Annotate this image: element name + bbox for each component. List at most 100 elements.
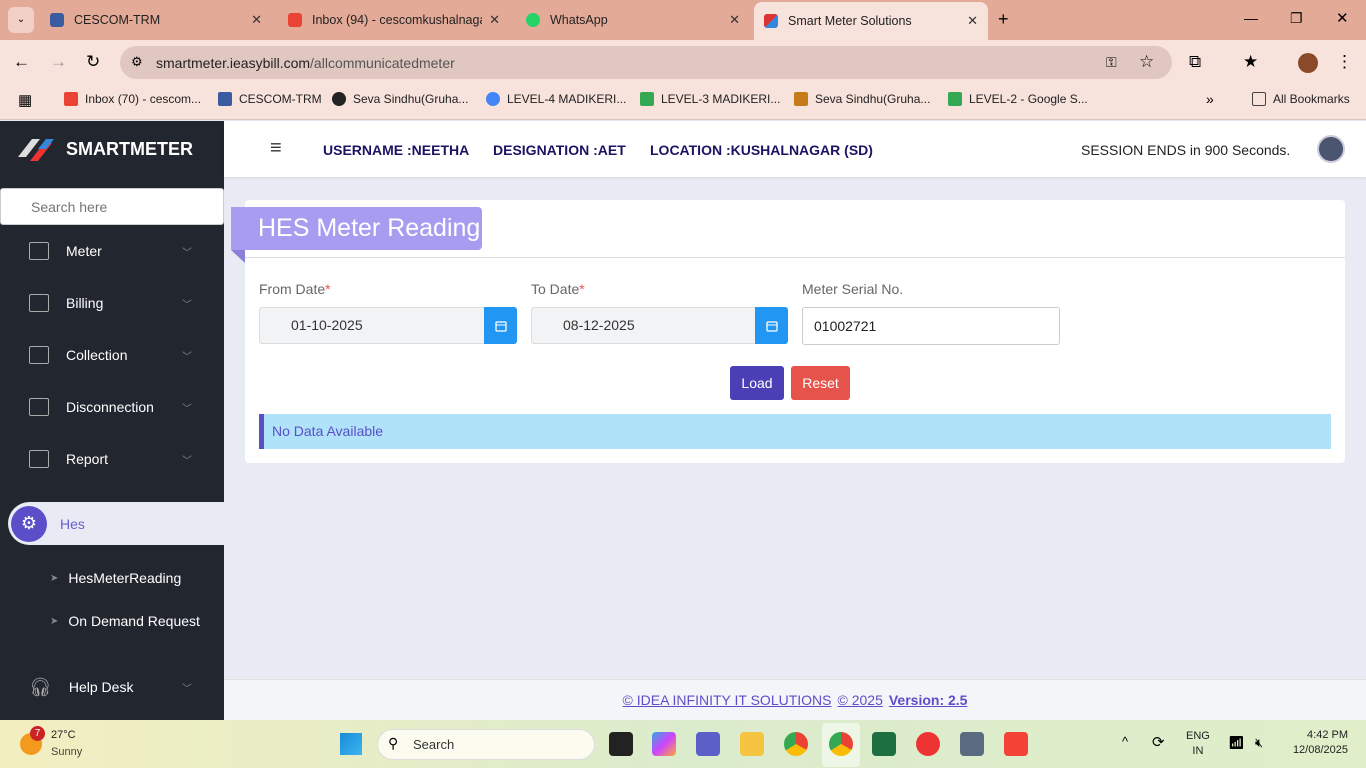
sidebar-item-collection[interactable]: Collection ﹀	[0, 335, 224, 375]
year-link[interactable]: © 2025	[838, 692, 883, 708]
calculator-icon[interactable]	[960, 732, 984, 756]
meter-serial-input[interactable]	[802, 307, 1060, 345]
volume-muted-icon[interactable]: 🔇︎	[1255, 735, 1263, 751]
company-link[interactable]: © IDEA INFINITY IT SOLUTIONS	[623, 692, 832, 708]
tab-search-button[interactable]: ⌄	[8, 7, 34, 33]
sidebar-item-label: Collection	[66, 347, 128, 363]
chrome-icon[interactable]	[784, 732, 808, 756]
sidebar-item-report[interactable]: Report ﹀	[0, 439, 224, 479]
version-link[interactable]: Version: 2.5	[889, 692, 968, 708]
browser-tab[interactable]: CESCOM-TRM ✕	[40, 6, 272, 34]
sidebar-item-hes[interactable]: ⚙ Hes	[8, 502, 248, 545]
teams-icon[interactable]	[696, 732, 720, 756]
back-icon[interactable]: ←	[13, 52, 30, 72]
username-label: USERNAME :NEETHA	[323, 142, 470, 158]
sidebar-search-input[interactable]	[0, 188, 224, 225]
weather-temp: 27°C	[51, 729, 76, 741]
sidebar-subitem-on-demand-request[interactable]: ➤ On Demand Request	[50, 613, 200, 629]
to-date-calendar-button[interactable]	[755, 307, 788, 344]
forward-icon[interactable]: →	[50, 52, 67, 72]
tab-title: CESCOM-TRM	[74, 13, 161, 27]
sidebar-item-label: Meter	[66, 243, 102, 259]
menu-icon[interactable]: ⋮	[1336, 52, 1353, 72]
bookmark-item[interactable]: Seva Sindhu(Gruha...	[794, 92, 930, 106]
close-tab-icon[interactable]: ✕	[251, 12, 262, 28]
sidebar-item-billing[interactable]: Billing ﹀	[0, 283, 224, 323]
weather-status: Sunny	[51, 746, 83, 758]
gear-icon: ⚙	[11, 505, 47, 542]
task-view-icon[interactable]	[609, 732, 633, 756]
sidebar-item-label: Billing	[66, 295, 104, 311]
maximize-button[interactable]: ❐	[1290, 10, 1303, 27]
new-tab-button[interactable]: +	[998, 9, 1009, 30]
bookmark-item[interactable]: Seva Sindhu(Gruha...	[332, 92, 468, 106]
wifi-icon[interactable]: 📶︎	[1228, 735, 1245, 751]
tab-favicon-icon	[50, 13, 64, 27]
minimize-button[interactable]: —	[1244, 10, 1258, 26]
copilot-icon[interactable]	[652, 732, 676, 756]
tab-title: Inbox (94) - cescomkushalnagar	[312, 13, 482, 27]
title-ribbon-fold	[231, 250, 245, 263]
profile-avatar[interactable]	[1298, 53, 1318, 73]
bookmark-star-icon[interactable]: ☆	[1139, 52, 1154, 72]
from-date-input[interactable]: 01-10-2025	[259, 307, 485, 344]
all-bookmarks[interactable]: All Bookmarks	[1252, 92, 1350, 106]
load-button[interactable]: Load	[730, 366, 784, 400]
chevron-down-icon: ﹀	[182, 299, 192, 311]
extensions-icon[interactable]: ⧉	[1189, 52, 1201, 72]
logo-text: SMARTMETER	[66, 138, 193, 159]
sidebar-item-meter[interactable]: Meter ﹀	[0, 231, 224, 271]
cescom-icon	[218, 92, 232, 106]
app-logo[interactable]: SMARTMETER	[14, 135, 193, 163]
file-explorer-icon[interactable]	[740, 732, 764, 756]
sync-icon[interactable]: ⟳	[1152, 733, 1165, 751]
sidebar-item-disconnection[interactable]: Disconnection ﹀	[0, 387, 224, 427]
app-icon[interactable]	[916, 732, 940, 756]
url-host: smartmeter.ieasybill.com	[156, 54, 311, 71]
anydesk-icon[interactable]	[1004, 732, 1028, 756]
chrome-profile-icon[interactable]	[829, 732, 853, 756]
to-date-input[interactable]: 08-12-2025	[531, 307, 757, 344]
excel-icon[interactable]	[872, 732, 896, 756]
bookmark-item[interactable]: LEVEL-4 MADIKERI...	[486, 92, 626, 106]
gmail-icon	[64, 92, 78, 106]
more-bookmarks-icon[interactable]: »	[1206, 91, 1214, 107]
close-tab-icon[interactable]: ✕	[489, 12, 500, 28]
windows-start-icon[interactable]	[340, 733, 362, 755]
sidebar-subitem-hesmeterreading[interactable]: ➤ HesMeterReading	[50, 570, 181, 586]
reset-button[interactable]: Reset	[791, 366, 850, 400]
wallet-icon	[29, 346, 49, 364]
close-window-button[interactable]: ✕	[1336, 9, 1349, 27]
bookmark-item[interactable]: Inbox (70) - cescom...	[64, 92, 201, 106]
close-tab-icon[interactable]: ✕	[967, 13, 978, 29]
url-path: /allcommunicatedmeter	[310, 54, 455, 71]
browser-tab[interactable]: WhatsApp ✕	[516, 6, 750, 34]
password-key-icon[interactable]: ⚿	[1106, 54, 1117, 71]
site-info-icon[interactable]: ⚙	[131, 54, 143, 70]
browser-tab-active[interactable]: Smart Meter Solutions ✕	[754, 2, 988, 40]
address-bar[interactable]: smartmeter.ieasybill.com/allcommunicated…	[120, 46, 1172, 79]
tab-title: Smart Meter Solutions	[788, 14, 912, 28]
apps-grid-icon[interactable]: ▦	[18, 91, 32, 109]
chevron-down-icon: ﹀	[182, 403, 192, 415]
bookmark-item[interactable]: LEVEL-2 - Google S...	[948, 92, 1088, 106]
from-date-calendar-button[interactable]	[484, 307, 517, 344]
hamburger-menu-icon[interactable]: ≡	[270, 137, 282, 160]
taskbar-search[interactable]: Search	[377, 729, 595, 760]
browser-tab[interactable]: Inbox (94) - cescomkushalnagar ✕	[278, 6, 510, 34]
language-indicator[interactable]: ENG IN	[1186, 730, 1210, 757]
box-icon	[29, 398, 49, 416]
sheets-icon	[948, 92, 962, 106]
reading-list-icon[interactable]: ★	[1243, 52, 1258, 72]
bookmark-item[interactable]: LEVEL-3 MADIKERI...	[640, 92, 780, 106]
to-date-label: To Date*	[531, 281, 585, 297]
clock[interactable]: 4:42 PM 12/08/2025	[1284, 729, 1348, 756]
show-hidden-icons[interactable]: ^	[1122, 734, 1128, 749]
user-avatar[interactable]	[1317, 135, 1345, 163]
layout-icon	[29, 242, 49, 260]
close-tab-icon[interactable]: ✕	[729, 12, 740, 28]
bookmark-label: LEVEL-2 - Google S...	[969, 92, 1088, 106]
bookmark-item[interactable]: CESCOM-TRM	[218, 92, 322, 106]
reload-icon[interactable]: ↻	[86, 52, 100, 72]
sidebar-item-help-desk[interactable]: 🎧︎ Help Desk ﹀	[0, 667, 224, 707]
